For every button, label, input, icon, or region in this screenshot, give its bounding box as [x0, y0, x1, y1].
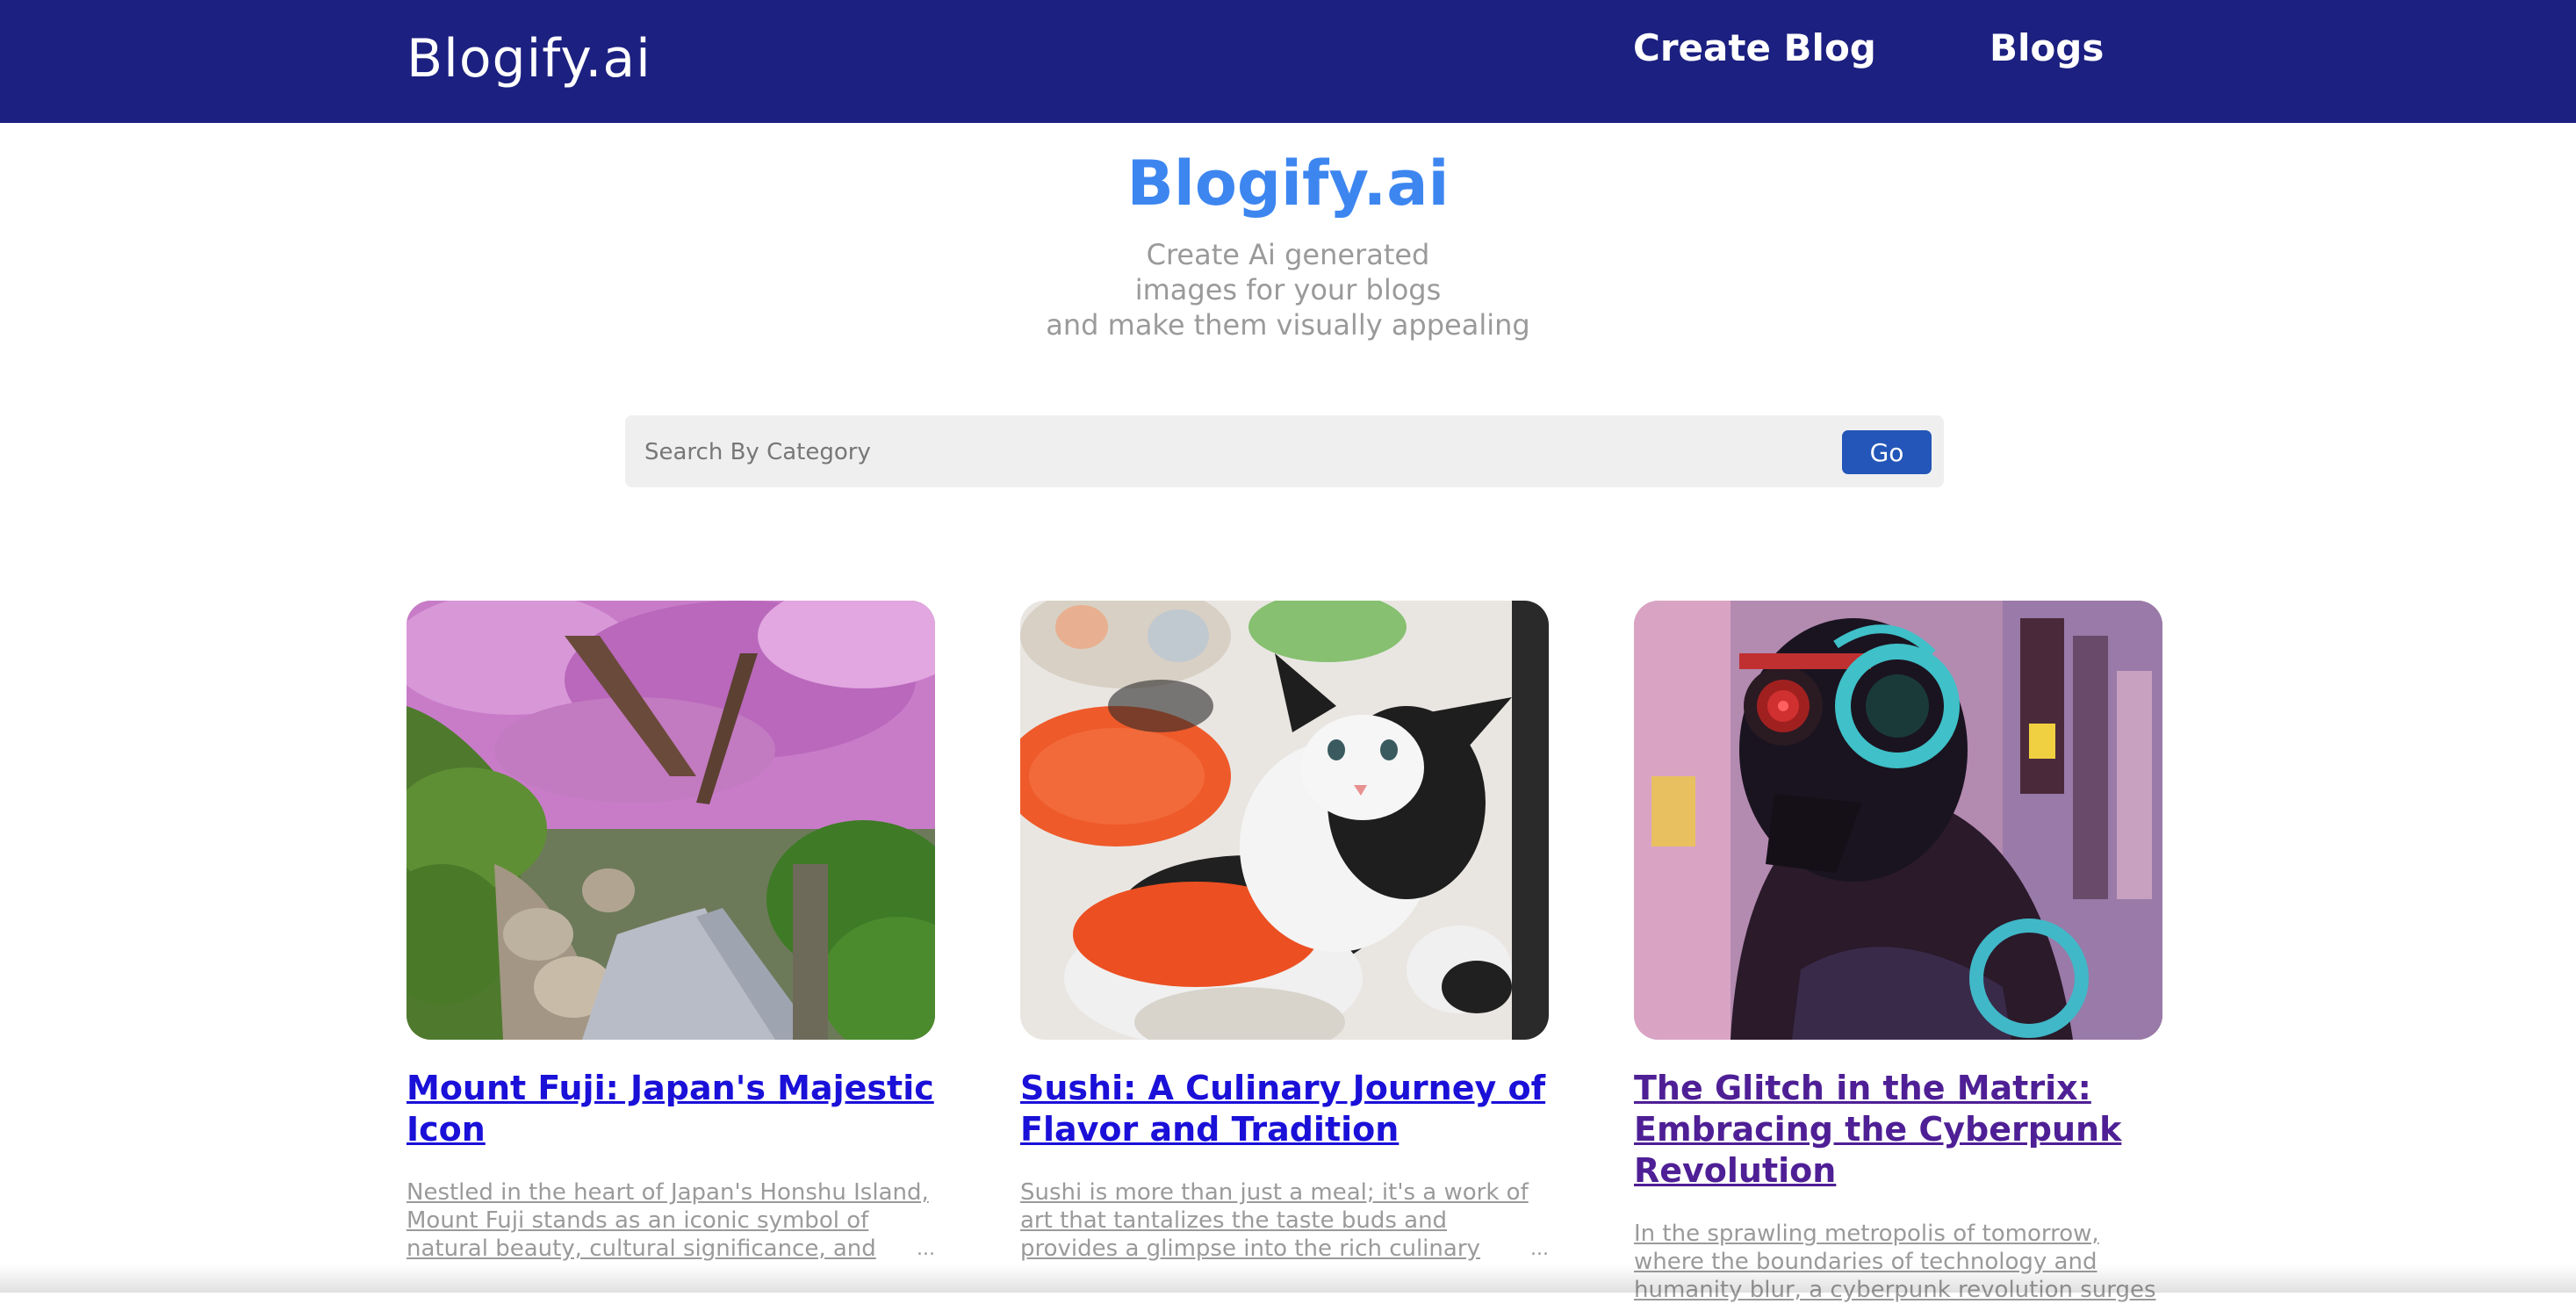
- blog-card-title-link[interactable]: The Glitch in the Matrix: Embracing the …: [1634, 1068, 2162, 1192]
- brand-logo-link[interactable]: Blogify.ai: [407, 28, 651, 90]
- search-input[interactable]: [643, 429, 1744, 475]
- blog-card-title-link[interactable]: Mount Fuji: Japan's Majestic Icon: [407, 1068, 935, 1150]
- cherry-blossom-path-image: [407, 601, 935, 1040]
- go-button[interactable]: Go: [1842, 430, 1932, 474]
- hero-subtitle-line: images for your blogs: [1134, 273, 1442, 306]
- hero-subtitle: Create Ai generated images for your blog…: [0, 237, 2576, 342]
- cyberpunk-figure-image: [1634, 601, 2162, 1040]
- kitten-sushi-image: [1020, 601, 1549, 1040]
- blog-card-excerpt[interactable]: Sushi is more than just a meal; it's a w…: [1020, 1178, 1549, 1263]
- top-navbar: Blogify.ai Create Blog Blogs: [0, 0, 2576, 123]
- blog-card-image[interactable]: [1634, 601, 2162, 1040]
- search-bar: Go: [625, 415, 1944, 487]
- nav-create-blog[interactable]: Create Blog: [1633, 26, 1876, 69]
- blog-card-excerpt[interactable]: Nestled in the heart of Japan's Honshu I…: [407, 1178, 935, 1263]
- bottom-shadow: [0, 1264, 2576, 1293]
- hero-subtitle-line: Create Ai generated: [1146, 238, 1430, 271]
- nav-blogs[interactable]: Blogs: [1990, 26, 2104, 69]
- blog-card-image[interactable]: [407, 601, 935, 1040]
- blog-card-title-link[interactable]: Sushi: A Culinary Journey of Flavor and …: [1020, 1068, 1549, 1150]
- excerpt-ellipsis: ...: [917, 1238, 935, 1260]
- hero-title: Blogify.ai: [1126, 148, 1450, 220]
- excerpt-ellipsis: ...: [1530, 1238, 1549, 1260]
- hero-subtitle-line: and make them visually appealing: [1046, 308, 1530, 342]
- blog-card-image[interactable]: [1020, 601, 1549, 1040]
